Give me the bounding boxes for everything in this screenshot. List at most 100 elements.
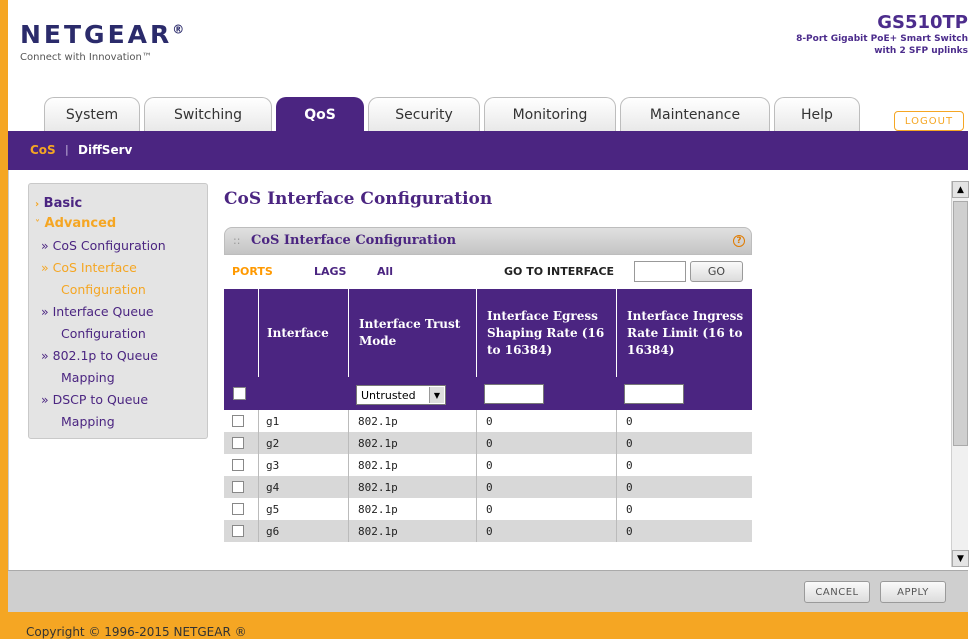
side-item-cos-configuration[interactable]: » CoS Configuration: [41, 236, 166, 256]
side-item-cos-interface-cont[interactable]: Configuration: [61, 280, 146, 300]
cancel-button[interactable]: CANCEL: [804, 581, 870, 603]
tagline: Connect with Innovation™: [20, 52, 152, 63]
bulk-edit-row: Untrusted ▼: [224, 377, 752, 410]
table-row[interactable]: g1 802.1p 0 0: [224, 410, 752, 432]
row-checkbox[interactable]: [232, 437, 244, 449]
copyright-footer: Copyright © 1996-2015 NETGEAR ®: [8, 612, 968, 639]
side-item-8021p-queue-cont[interactable]: Mapping: [61, 368, 115, 388]
cell-trust-mode: 802.1p: [358, 459, 398, 472]
table-row[interactable]: g2 802.1p 0 0: [224, 432, 752, 454]
cell-egress: 0: [486, 415, 493, 428]
header-ingress-limit: Interface Ingress Rate Limit (16 to 1638…: [616, 289, 752, 377]
side-item-interface-queue[interactable]: » Interface Queue: [41, 302, 154, 322]
goto-interface-label: GO TO INTERFACE: [504, 265, 615, 278]
subnav-separator: |: [65, 143, 69, 156]
sub-navigation: CoS | DiffServ: [8, 131, 968, 170]
side-basic[interactable]: › Basic: [35, 194, 82, 215]
tab-help[interactable]: Help: [774, 97, 860, 131]
cell-interface: g5: [266, 503, 280, 516]
tab-qos[interactable]: QoS: [276, 97, 364, 131]
cell-egress: 0: [486, 459, 493, 472]
scroll-down-icon[interactable]: ▼: [952, 550, 969, 567]
cell-ingress: 0: [626, 503, 633, 516]
row-checkbox[interactable]: [232, 415, 244, 427]
chevron-down-icon: ˅: [35, 219, 40, 230]
left-accent-strip: [0, 0, 8, 639]
row-checkbox[interactable]: [232, 481, 244, 493]
cell-interface: g6: [266, 525, 280, 538]
table-body: g1 802.1p 0 0 g2 802.1p 0 0 g3 802.1p 0 …: [224, 410, 752, 568]
cell-trust-mode: 802.1p: [358, 415, 398, 428]
header-trust-mode: Interface Trust Mode: [348, 289, 476, 377]
cell-egress: 0: [486, 437, 493, 450]
model-desc-1: 8-Port Gigabit PoE+ Smart Switch: [796, 34, 968, 44]
cell-ingress: 0: [626, 481, 633, 494]
tab-maintenance[interactable]: Maintenance: [620, 97, 770, 131]
model-name: GS510TP: [877, 12, 968, 33]
netgear-logo: NETGEAR®: [20, 20, 188, 49]
cell-trust-mode: 802.1p: [358, 481, 398, 494]
cell-interface: g2: [266, 437, 280, 450]
page-title: CoS Interface Configuration: [224, 189, 493, 209]
cell-ingress: 0: [626, 459, 633, 472]
select-all-checkbox[interactable]: [233, 387, 246, 400]
side-item-dscp-queue[interactable]: » DSCP to Queue: [41, 390, 148, 410]
row-checkbox[interactable]: [232, 525, 244, 537]
table-row[interactable]: g3 802.1p 0 0: [224, 454, 752, 476]
side-item-interface-queue-cont[interactable]: Configuration: [61, 324, 146, 344]
cell-ingress: 0: [626, 415, 633, 428]
cell-egress: 0: [486, 503, 493, 516]
cell-trust-mode: 802.1p: [358, 503, 398, 516]
side-menu: › Basic ˅ Advanced » CoS Configuration »…: [28, 183, 208, 439]
table-row[interactable]: g4 802.1p 0 0: [224, 476, 752, 498]
logout-button[interactable]: LOGOUT: [894, 111, 964, 131]
tab-security[interactable]: Security: [368, 97, 480, 131]
trust-mode-select[interactable]: Untrusted ▼: [356, 385, 446, 405]
tab-monitoring[interactable]: Monitoring: [484, 97, 616, 131]
scroll-up-icon[interactable]: ▲: [952, 181, 969, 198]
filter-ports[interactable]: PORTS: [232, 265, 273, 278]
egress-rate-input[interactable]: [484, 384, 544, 404]
panel-title: CoS Interface Configuration: [251, 233, 457, 248]
panel-header: :: CoS Interface Configuration ?: [224, 227, 752, 255]
goto-interface-input[interactable]: [634, 261, 686, 282]
header-interface: Interface: [258, 289, 348, 377]
cell-egress: 0: [486, 481, 493, 494]
go-button[interactable]: GO: [690, 261, 743, 282]
chevron-right-icon: ›: [35, 199, 40, 210]
apply-button[interactable]: APPLY: [880, 581, 946, 603]
cell-trust-mode: 802.1p: [358, 525, 398, 538]
row-checkbox[interactable]: [232, 459, 244, 471]
side-advanced[interactable]: ˅ Advanced: [35, 214, 116, 235]
cell-interface: g4: [266, 481, 280, 494]
table-row[interactable]: g5 802.1p 0 0: [224, 498, 752, 520]
help-icon[interactable]: ?: [733, 235, 745, 247]
cell-trust-mode: 802.1p: [358, 437, 398, 450]
cell-egress: 0: [486, 525, 493, 538]
row-checkbox[interactable]: [232, 503, 244, 515]
drag-handle-icon: ::: [233, 234, 241, 247]
vertical-scrollbar[interactable]: ▲ ▼: [951, 181, 969, 567]
ingress-limit-input[interactable]: [624, 384, 684, 404]
subnav-cos[interactable]: CoS: [30, 143, 56, 157]
tab-system[interactable]: System: [44, 97, 140, 131]
model-desc-2: with 2 SFP uplinks: [874, 46, 968, 56]
header-select-col: [224, 289, 258, 377]
cell-interface: g3: [266, 459, 280, 472]
filter-lags[interactable]: LAGS: [314, 265, 346, 278]
cell-interface: g1: [266, 415, 280, 428]
side-item-8021p-queue[interactable]: » 802.1p to Queue: [41, 346, 158, 366]
product-info: GS510TP 8-Port Gigabit PoE+ Smart Switch…: [796, 12, 968, 57]
cell-ingress: 0: [626, 437, 633, 450]
side-item-cos-interface[interactable]: » CoS Interface: [41, 258, 137, 278]
side-item-dscp-queue-cont[interactable]: Mapping: [61, 412, 115, 432]
subnav-diffserv[interactable]: DiffServ: [78, 143, 132, 157]
filter-all[interactable]: All: [377, 265, 393, 278]
header-egress-rate: Interface Egress Shaping Rate (16 to 163…: [476, 289, 616, 377]
dropdown-arrow-icon: ▼: [429, 387, 444, 403]
cell-ingress: 0: [626, 525, 633, 538]
scroll-thumb[interactable]: [953, 201, 968, 446]
filter-bar: PORTS LAGS All GO TO INTERFACE GO: [224, 256, 752, 288]
table-row[interactable]: g6 802.1p 0 0: [224, 520, 752, 542]
tab-switching[interactable]: Switching: [144, 97, 272, 131]
